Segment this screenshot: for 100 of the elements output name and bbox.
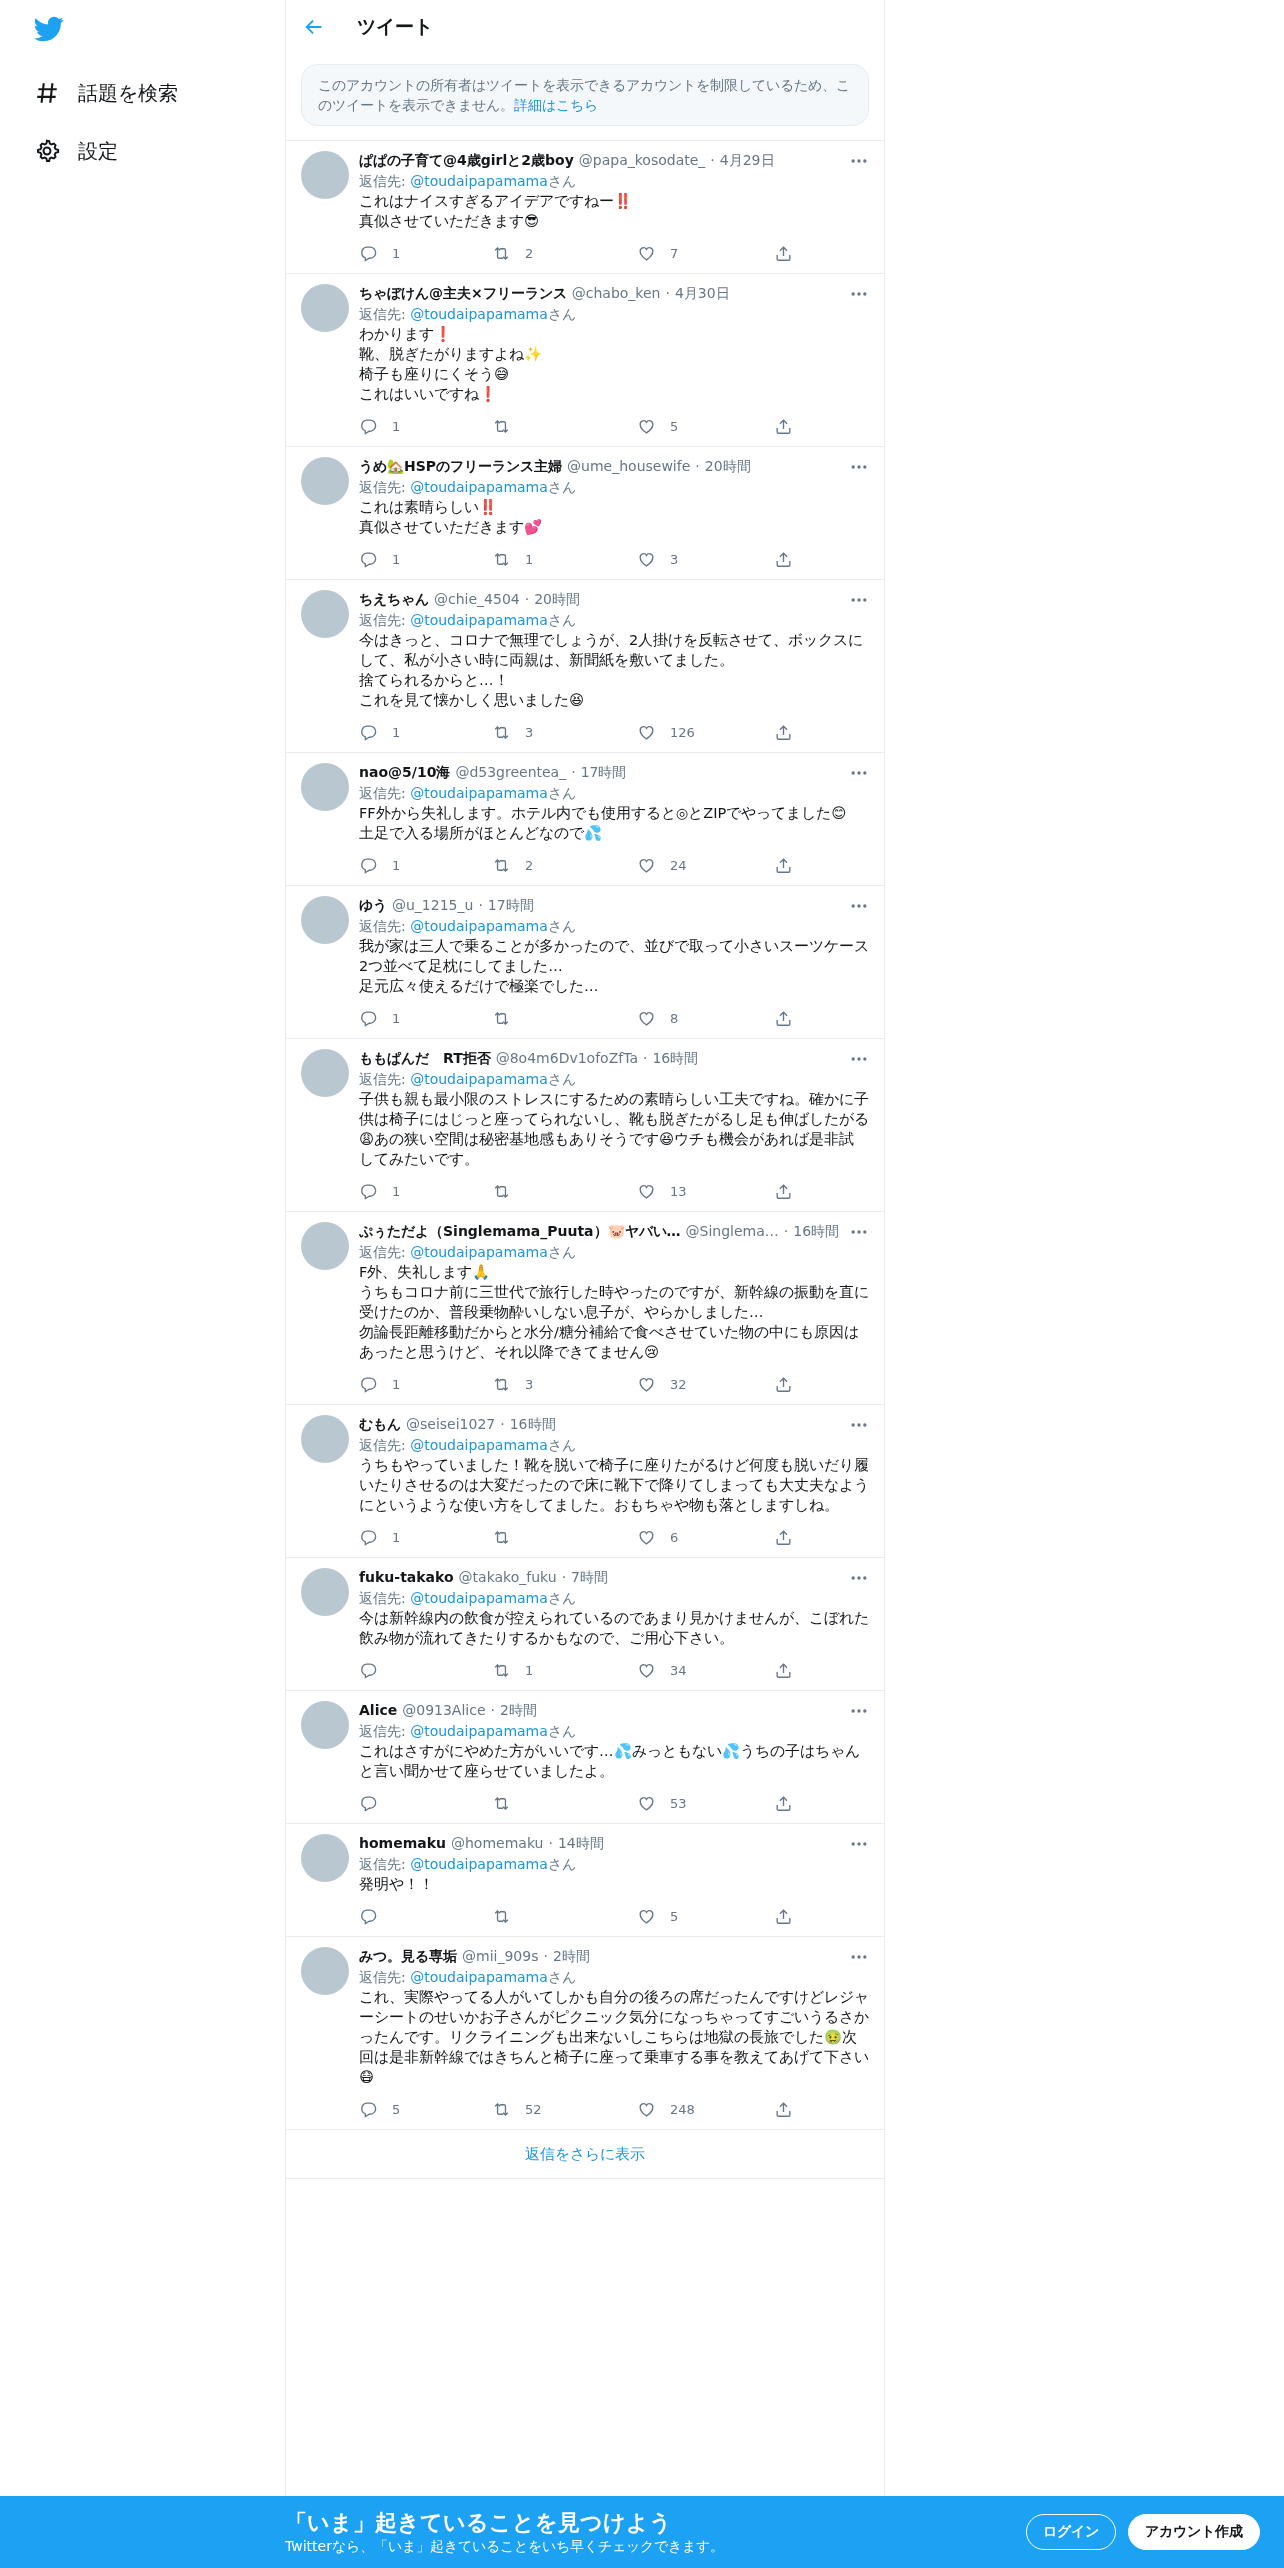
- learn-more-link[interactable]: 詳細はこちら: [514, 97, 598, 113]
- mention-link[interactable]: @toudaipapamama: [410, 1856, 548, 1872]
- sign-up-button[interactable]: アカウント作成: [1128, 2514, 1260, 2550]
- author-handle[interactable]: @0913Alice: [402, 1702, 486, 1718]
- author-name[interactable]: みつ。見る専垢: [359, 1948, 457, 1966]
- share-icon[interactable]: [774, 1906, 793, 1926]
- tweet-time[interactable]: 14時間: [557, 1835, 604, 1853]
- reply-icon[interactable]: [359, 1527, 378, 1547]
- author-name[interactable]: nao@5/10海: [359, 764, 451, 782]
- replie-count: 1: [392, 245, 401, 261]
- author-handle[interactable]: @ume_housewife: [567, 458, 691, 474]
- separator-dot: ·: [783, 1223, 789, 1239]
- reply-icon[interactable]: [359, 416, 378, 436]
- mention-link[interactable]: @toudaipapamama: [410, 1244, 548, 1260]
- reply-icon[interactable]: [359, 1181, 378, 1201]
- reply-icon[interactable]: [359, 722, 378, 742]
- mention-link[interactable]: @toudaipapamama: [410, 612, 548, 628]
- author-handle[interactable]: @Singlema…: [685, 1223, 779, 1239]
- author-name[interactable]: ちゃぼけん@主夫×フリーランス: [359, 285, 567, 303]
- tweet-text: 子供も親も最小限のストレスにするための素晴らしい工夫ですね。確かに子供は椅子にはじっと座ってられないし、靴も脱ぎたがるし足も伸ばしたがる😩あの狭い空間は秘密基地感もありそうです😆ウチも機会があれば是非試してみたいです。: [359, 1090, 869, 1169]
- tweet-time[interactable]: 2時間: [500, 1702, 537, 1720]
- author-handle[interactable]: @takako_fuku: [458, 1569, 557, 1585]
- share-icon[interactable]: [774, 1374, 793, 1394]
- show-more-replies-link[interactable]: 返信をさらに表示: [525, 2144, 645, 2164]
- mention-link[interactable]: @toudaipapamama: [410, 785, 548, 801]
- notice-message: このアカウントの所有者はツイートを表示できるアカウントを制限しているため、このツイートを表示できません。詳細はこちら: [301, 64, 869, 126]
- tweet-time[interactable]: 7時間: [571, 1569, 609, 1587]
- author-handle[interactable]: @papa_kosodate_: [578, 152, 706, 168]
- author-name[interactable]: ぷぅただよ（Singlemama_Puuta）🐷ヤバい…: [359, 1223, 681, 1241]
- share-icon[interactable]: [774, 549, 793, 569]
- separator-dot: ·: [571, 764, 576, 780]
- reply-icon[interactable]: [359, 1660, 378, 1680]
- tweet-time[interactable]: 16時間: [793, 1223, 840, 1241]
- author-handle[interactable]: @8o4m6Dv1ofoZfTa: [495, 1050, 638, 1066]
- author-name[interactable]: うめ🏡HSPのフリーランス主婦: [359, 458, 563, 476]
- author-name[interactable]: fuku-takako: [359, 1569, 454, 1585]
- share-icon[interactable]: [774, 722, 793, 742]
- share-icon[interactable]: [774, 1181, 793, 1201]
- replie-count: 1: [392, 1529, 401, 1545]
- mention-link[interactable]: @toudaipapamama: [410, 1437, 548, 1453]
- mention-link[interactable]: @toudaipapamama: [410, 1071, 548, 1087]
- reply-icon[interactable]: [359, 1374, 378, 1394]
- mention-link[interactable]: @toudaipapamama: [410, 1723, 548, 1739]
- tweet-time[interactable]: 17時間: [580, 764, 627, 782]
- hashtag-icon: [34, 80, 60, 106]
- replie-count: 1: [392, 1376, 401, 1392]
- mention-link[interactable]: @toudaipapamama: [410, 1590, 548, 1606]
- share-icon[interactable]: [774, 855, 793, 875]
- reply-icon[interactable]: [359, 549, 378, 569]
- tweet-text: 今は新幹線内の飲食が控えられているのであまり見かけませんが、こぼれた飲み物が流れてきたりするかもなので、ご用心下さい。: [359, 1609, 869, 1648]
- sidebar-item[interactable]: 設定: [34, 122, 118, 180]
- author-handle[interactable]: @chie_4504: [434, 591, 520, 607]
- tweet-text: わかります❗: [359, 325, 453, 344]
- separator-dot: ·: [500, 1416, 505, 1432]
- share-icon[interactable]: [774, 243, 793, 263]
- share-icon[interactable]: [774, 1008, 793, 1028]
- author-handle[interactable]: @chabo_ken: [571, 285, 661, 301]
- author-name[interactable]: homemaku: [359, 1835, 446, 1851]
- mention-link[interactable]: @toudaipapamama: [410, 1969, 548, 1985]
- sidebar-item[interactable]: 話題を検索: [34, 64, 178, 122]
- reply-icon[interactable]: [359, 855, 378, 875]
- tweet-text: これはさすがにやめた方がいいです…💦みっともない💦うちの子はちゃんと言い聞かせて座らせていましたよ。: [359, 1742, 861, 1781]
- author-name[interactable]: ぱぱの子育て@4歳girlと2歳boy: [359, 152, 574, 170]
- author-name[interactable]: ちえちゃん: [359, 591, 429, 609]
- reply-icon[interactable]: [359, 1793, 378, 1813]
- retweet-count: 1: [525, 551, 534, 567]
- bird-logo-icon[interactable]: [34, 14, 64, 44]
- author-handle[interactable]: @u_1215_u: [392, 897, 474, 913]
- reply-icon[interactable]: [359, 1008, 378, 1028]
- mention-link[interactable]: @toudaipapamama: [410, 306, 548, 322]
- tweet-time[interactable]: 20時間: [534, 591, 580, 609]
- retweet-count: 2: [525, 245, 534, 261]
- share-icon[interactable]: [774, 416, 793, 436]
- reply-icon[interactable]: [359, 2099, 378, 2119]
- tweet-time[interactable]: 16時間: [652, 1050, 699, 1068]
- mention-link[interactable]: @toudaipapamama: [410, 918, 548, 934]
- reply-to-line: 返信先: @toudaipapamama さん: [359, 1436, 577, 1455]
- author-handle[interactable]: @seisei1027: [406, 1416, 496, 1432]
- reply-icon[interactable]: [359, 243, 378, 263]
- tweet-time[interactable]: 4月29日: [719, 152, 775, 170]
- author-handle[interactable]: @mii_909s: [462, 1948, 539, 1964]
- mention-link[interactable]: @toudaipapamama: [410, 479, 548, 495]
- author-name[interactable]: ゆう: [359, 897, 387, 915]
- mention-link[interactable]: @toudaipapamama: [410, 173, 548, 189]
- reply-icon[interactable]: [359, 1906, 378, 1926]
- share-icon[interactable]: [774, 1793, 793, 1813]
- tweet-time[interactable]: 4月30日: [674, 285, 730, 303]
- share-icon[interactable]: [774, 2099, 793, 2119]
- share-icon[interactable]: [774, 1660, 793, 1680]
- author-name[interactable]: ももぱんだ RT拒否: [359, 1050, 491, 1068]
- author-handle[interactable]: @homemaku: [451, 1835, 544, 1851]
- author-handle[interactable]: @d53greentea_: [455, 764, 567, 780]
- share-icon[interactable]: [774, 1527, 793, 1547]
- tweet-time[interactable]: 16時間: [509, 1416, 556, 1434]
- tweet-time[interactable]: 17時間: [487, 897, 534, 915]
- author-name[interactable]: Alice: [359, 1702, 398, 1718]
- tweet-time[interactable]: 20時間: [704, 458, 751, 476]
- tweet-time[interactable]: 2時間: [552, 1948, 590, 1966]
- tweet-text: 今はきっと、コロナで無理でしょうが、2人掛けを反転させて、ボックスにして、私が小さい時に両親は、新聞紙を敷いてました。: [359, 631, 865, 670]
- author-name[interactable]: むもん: [359, 1416, 401, 1434]
